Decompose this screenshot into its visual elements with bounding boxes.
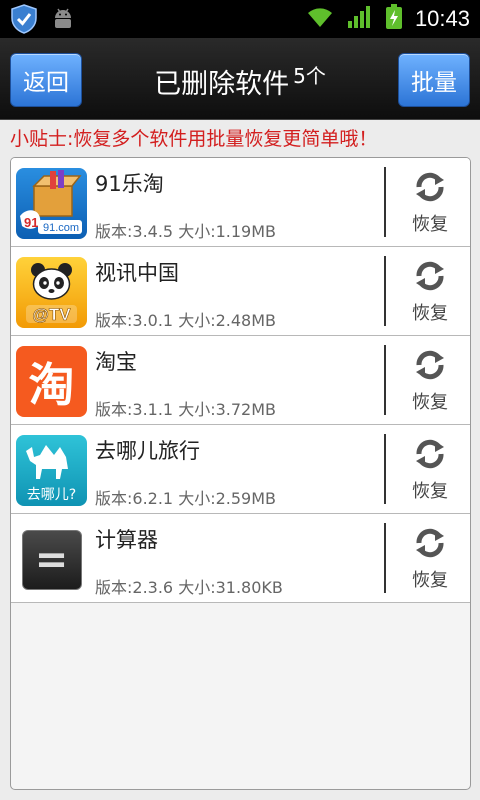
shield-check-icon — [10, 4, 38, 38]
letao-app-icon: 91 91.com — [16, 168, 87, 239]
restore-button[interactable]: 恢复 — [389, 342, 470, 420]
restore-button[interactable]: 恢复 — [389, 520, 470, 598]
deleted-count: 5个 — [293, 64, 326, 88]
app-name: 视讯中国 — [95, 261, 179, 285]
status-bar: 10:43 — [0, 0, 480, 38]
refresh-icon — [413, 170, 447, 208]
app-name: 淘宝 — [95, 350, 137, 374]
app-version-size: 版本:3.1.1 大小:3.72MB — [95, 400, 276, 419]
refresh-icon — [413, 348, 447, 386]
taobao-app-icon: 淘 — [16, 346, 87, 417]
restore-button[interactable]: 恢复 — [389, 431, 470, 509]
tip-text: 小贴士:恢复多个软件用批量恢复更简单哦！ — [10, 128, 378, 150]
row-divider — [384, 256, 386, 326]
restore-label: 恢复 — [412, 481, 448, 502]
restore-button[interactable]: 恢复 — [389, 164, 470, 242]
title-bar: 返回 已删除软件 5个 批量 — [0, 38, 480, 120]
refresh-icon — [413, 437, 447, 475]
refresh-icon — [413, 526, 447, 564]
calculator-icon-text: = — [34, 536, 69, 583]
list-item: 淘 淘宝 版本:3.1.1 大小:3.72MB 恢复 — [11, 336, 470, 425]
restore-button[interactable]: 恢复 — [389, 253, 470, 331]
list-item: @TV 视讯中国 版本:3.0.1 大小:2.48MB 恢复 — [11, 247, 470, 336]
clock: 10:43 — [414, 6, 470, 31]
row-divider — [384, 523, 386, 593]
calculator-app-icon: = — [16, 524, 87, 595]
app-name: 91乐淘 — [95, 172, 164, 196]
android-icon — [50, 6, 76, 36]
app-name: 去哪儿旅行 — [95, 439, 200, 463]
signal-icon — [347, 5, 373, 33]
app-version-size: 版本:3.4.5 大小:1.19MB — [95, 222, 276, 241]
app-name: 计算器 — [95, 528, 158, 552]
deleted-apps-list: 91 91.com 91乐淘 版本:3.4.5 大小:1.19MB 恢复 @TV… — [10, 157, 471, 790]
qunar-app-icon: 去哪儿? — [16, 435, 87, 506]
restore-label: 恢复 — [412, 570, 448, 591]
app-version-size: 版本:3.0.1 大小:2.48MB — [95, 311, 276, 330]
restore-label: 恢复 — [412, 392, 448, 413]
wifi-icon — [305, 5, 335, 33]
restore-label: 恢复 — [412, 214, 448, 235]
row-divider — [384, 345, 386, 415]
battery-charging-icon — [385, 4, 403, 34]
row-divider — [384, 167, 386, 237]
shixun-icon-text: @TV — [32, 305, 71, 324]
refresh-icon — [413, 259, 447, 297]
taobao-icon-text: 淘 — [28, 357, 75, 412]
restore-label: 恢复 — [412, 303, 448, 324]
app-version-size: 版本:2.3.6 大小:31.80KB — [95, 578, 283, 597]
qunar-icon-text: 去哪儿? — [27, 487, 76, 503]
list-item: = 计算器 版本:2.3.6 大小:31.80KB 恢复 — [11, 514, 470, 603]
row-divider — [384, 434, 386, 504]
list-item: 91 91.com 91乐淘 版本:3.4.5 大小:1.19MB 恢复 — [11, 158, 470, 247]
batch-button[interactable]: 批量 — [398, 53, 470, 107]
shixun-app-icon: @TV — [16, 257, 87, 328]
page-title-text: 已删除软件 — [154, 69, 290, 100]
svg-text:91: 91 — [24, 215, 38, 230]
list-item: 去哪儿? 去哪儿旅行 版本:6.2.1 大小:2.59MB 恢复 — [11, 425, 470, 514]
app-version-size: 版本:6.2.1 大小:2.59MB — [95, 489, 276, 508]
letao-icon-text: 91.com — [43, 222, 79, 234]
